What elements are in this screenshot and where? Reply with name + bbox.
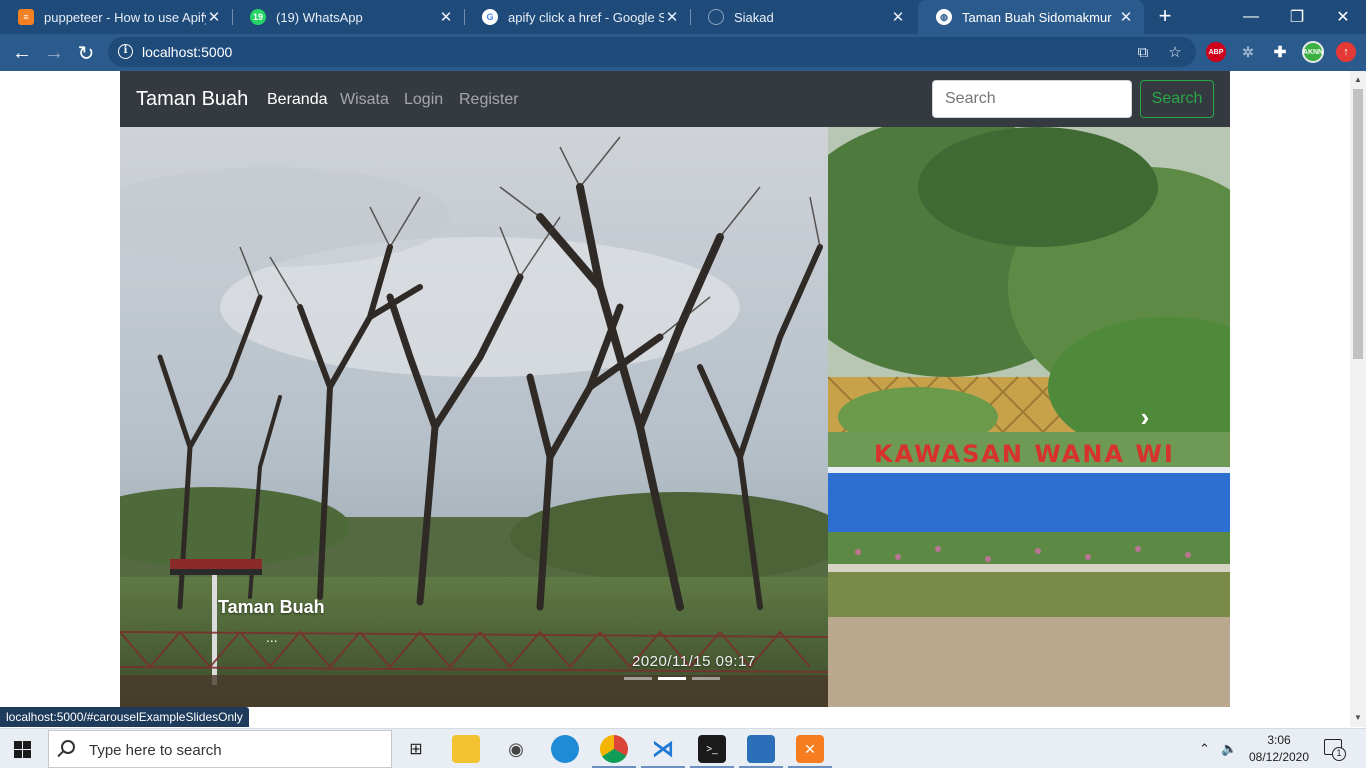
nav-register[interactable]: Register [459, 91, 519, 109]
chrome-icon[interactable] [592, 735, 636, 768]
nav-beranda[interactable]: Beranda [267, 91, 328, 109]
carousel-indicator-2[interactable] [658, 677, 686, 680]
site-info-icon[interactable]: i [118, 44, 133, 59]
siakad-icon [708, 9, 724, 25]
reload-button[interactable]: ↻ [73, 40, 99, 66]
tray-chevron-icon[interactable]: ⌃ [1199, 741, 1210, 757]
site-navbar: Taman Buah Beranda Wisata Login Register… [120, 71, 1230, 127]
bookmark-star-icon[interactable]: ☆ [1166, 44, 1184, 62]
taskbar-clock[interactable]: 3:06 08/12/2020 [1248, 732, 1310, 766]
extension-bug-icon[interactable]: ✲ [1238, 42, 1258, 62]
terminal-icon[interactable]: >_ [690, 735, 734, 768]
tab-siakad[interactable]: Siakad ✕ [690, 0, 916, 34]
vscode-icon[interactable]: ⋊ [641, 735, 685, 768]
whatsapp-icon: 19 [250, 9, 266, 25]
restore-button[interactable]: ❐ [1274, 0, 1320, 34]
back-button[interactable]: ← [9, 40, 35, 66]
address-url[interactable]: localhost:5000 [142, 44, 232, 60]
close-tab-icon[interactable]: ✕ [1118, 8, 1134, 26]
close-tab-icon[interactable]: ✕ [664, 8, 680, 26]
carousel-indicator-3[interactable] [692, 677, 720, 680]
web-page: Taman Buah Beranda Wisata Login Register… [0, 71, 1350, 727]
close-window-button[interactable]: ✕ [1320, 0, 1366, 34]
taskbar-search-box[interactable]: Type here to search [48, 730, 392, 768]
edge-icon[interactable] [551, 735, 579, 763]
scroll-up-icon[interactable]: ▲ [1353, 75, 1363, 85]
volume-icon[interactable]: 🔈 [1221, 741, 1237, 757]
address-bar[interactable]: i localhost:5000 ⧉ ☆ [108, 37, 1196, 67]
carousel-indicators [624, 677, 720, 680]
google-icon: G [482, 9, 498, 25]
notification-count-badge: 1 [1332, 747, 1346, 761]
camera-icon[interactable]: ◉ [502, 735, 530, 763]
photo-timestamp: 2020/11/15 09:17 [632, 653, 756, 670]
browser-toolbar: ← → ↻ i localhost:5000 ⧉ ☆ ABP ✲ ✚ AKNN … [0, 34, 1366, 71]
carousel-next-icon[interactable]: › [1132, 403, 1158, 433]
carousel-slide-trees [120, 127, 828, 707]
task-view-icon[interactable]: ⊞ [402, 735, 430, 763]
adblock-plus-icon[interactable]: ABP [1206, 42, 1226, 62]
carousel-caption-text: ... [266, 629, 278, 645]
carousel-indicator-1[interactable] [624, 677, 652, 680]
stackoverflow-icon: ≡ [18, 9, 34, 25]
close-tab-icon[interactable]: ✕ [438, 8, 454, 26]
windows-start-icon[interactable] [14, 741, 31, 758]
page-scrollbar[interactable]: ▲ ▼ [1350, 71, 1366, 727]
park-sign-text: KAWASAN WANA WI [874, 440, 1175, 468]
forward-button[interactable]: → [41, 40, 67, 66]
carousel-slide-sign: KAWASAN WANA WI [828, 127, 1230, 707]
windows-taskbar: Type here to search ⊞ ◉ ⋊ >_ ✕ ⌃ 🔈 3:06 … [0, 728, 1366, 768]
browser-tab-bar: ≡ puppeteer - How to use Apify to ✕ 19 (… [0, 0, 1366, 34]
site-search-input[interactable] [932, 80, 1132, 118]
scrollbar-thumb[interactable] [1353, 89, 1363, 359]
tab-google-search[interactable]: G apify click a href - Google Search ✕ [464, 0, 690, 34]
minimize-button[interactable]: — [1228, 0, 1274, 34]
site-search-button[interactable]: Search [1140, 80, 1214, 118]
close-tab-icon[interactable]: ✕ [890, 8, 906, 26]
file-explorer-icon[interactable] [452, 735, 480, 763]
extensions-puzzle-icon[interactable]: ✚ [1270, 42, 1290, 62]
globe-icon: ◍ [936, 9, 952, 25]
translate-icon[interactable]: ⧉ [1134, 44, 1152, 62]
scroll-down-icon[interactable]: ▼ [1353, 713, 1363, 723]
site-brand[interactable]: Taman Buah [136, 88, 248, 111]
new-tab-button[interactable]: + [1154, 5, 1176, 28]
photos-icon[interactable] [739, 735, 783, 768]
status-bar-url: localhost:5000/#carouselExampleSlidesOnl… [0, 707, 249, 727]
profile-avatar[interactable]: AKNN [1302, 41, 1324, 63]
search-icon [61, 740, 75, 754]
close-tab-icon[interactable]: ✕ [206, 8, 222, 26]
nav-login[interactable]: Login [404, 91, 443, 109]
carousel-caption-title: Taman Buah [218, 597, 325, 617]
update-icon[interactable]: ↑ [1336, 42, 1356, 62]
tab-puppeteer[interactable]: ≡ puppeteer - How to use Apify to ✕ [0, 0, 232, 34]
nav-wisata[interactable]: Wisata [340, 91, 389, 109]
image-carousel[interactable]: KAWASAN WANA WI Taman Buah ... 2020/11/1… [120, 127, 1230, 707]
tab-taman-buah[interactable]: ◍ Taman Buah Sidomakmur ✕ [918, 0, 1144, 34]
xampp-icon[interactable]: ✕ [788, 735, 832, 768]
tab-whatsapp[interactable]: 19 (19) WhatsApp ✕ [232, 0, 464, 34]
